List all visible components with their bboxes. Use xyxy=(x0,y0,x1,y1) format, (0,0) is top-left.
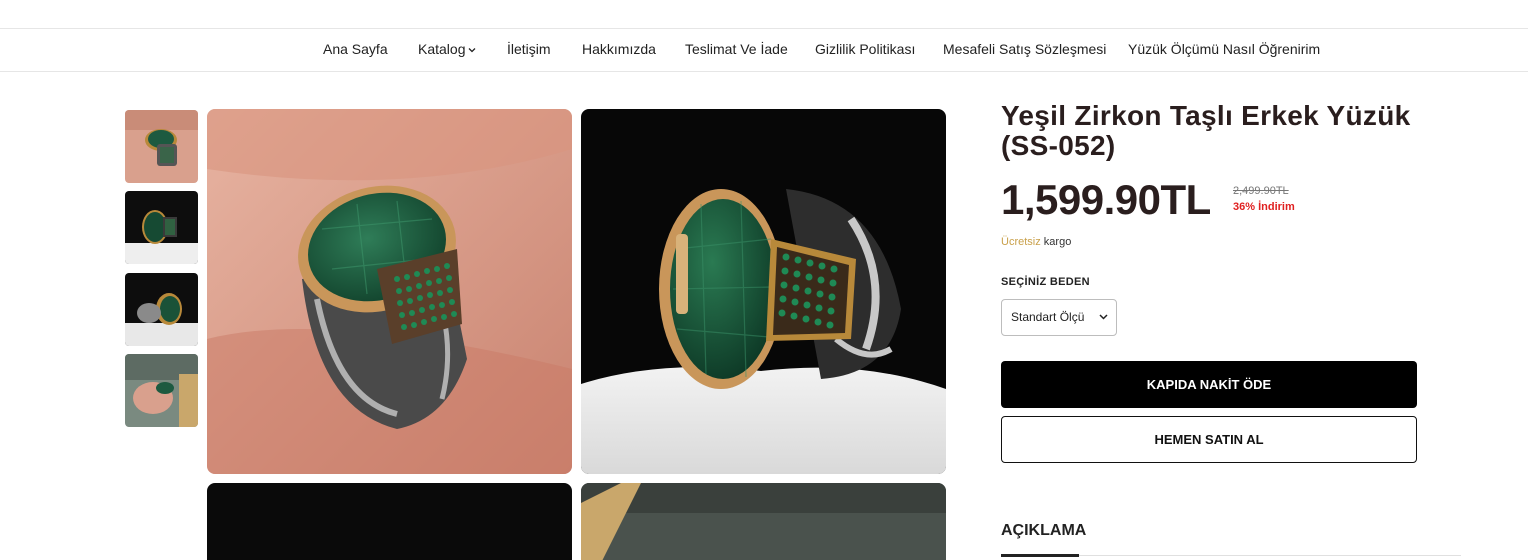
top-bar xyxy=(0,0,1528,29)
product-image-main[interactable] xyxy=(207,109,572,474)
shipping-text: kargo xyxy=(1040,236,1072,248)
thumbnail-1[interactable] xyxy=(125,110,198,183)
ring-on-hand-image xyxy=(207,109,572,474)
main-nav: Ana Sayfa Katalog İletişim Hakkımızda Te… xyxy=(0,29,1528,72)
old-price: 2,499.90TL xyxy=(1233,185,1289,197)
nav-item-sales-contract[interactable]: Mesafeli Satış Sözleşmesi xyxy=(943,41,1106,57)
product-price: 1,599.90TL xyxy=(1001,176,1211,223)
nav-item-home[interactable]: Ana Sayfa xyxy=(323,41,388,57)
size-label: SEÇİNİZ BEDEN xyxy=(1001,276,1090,288)
chevron-down-icon xyxy=(1099,314,1108,320)
tab-active-indicator xyxy=(1001,554,1079,557)
nav-item-catalog-label: Katalog xyxy=(418,41,466,57)
free-shipping-label: Ücretsiz xyxy=(1001,236,1041,248)
nav-item-delivery-returns[interactable]: Teslimat Ve İade xyxy=(685,41,788,57)
ring-on-stone-image xyxy=(581,109,946,474)
nav-item-contact[interactable]: İletişim xyxy=(507,41,551,57)
discount-badge: 36% İndirim xyxy=(1233,201,1295,213)
thumbnail-3[interactable] xyxy=(125,273,198,346)
ring-dark-background-image xyxy=(207,483,572,560)
buy-now-button[interactable]: HEMEN SATIN AL xyxy=(1001,416,1417,463)
nav-item-ring-size[interactable]: Yüzük Ölçümü Nasıl Öğrenirim xyxy=(1128,41,1320,57)
thumbnail-2[interactable] xyxy=(125,191,198,264)
nav-item-catalog[interactable]: Katalog xyxy=(418,41,476,57)
ring-on-hand-image xyxy=(125,110,198,183)
nav-item-privacy[interactable]: Gizlilik Politikası xyxy=(815,41,915,57)
nav-item-about[interactable]: Hakkımızda xyxy=(582,41,656,57)
product-image-4[interactable] xyxy=(581,483,946,560)
thumbnail-4[interactable] xyxy=(125,354,198,427)
product-title: Yeşil Zirkon Taşlı Erkek Yüzük (SS-052) xyxy=(1001,100,1411,161)
shipping-info: Ücretsiz kargo xyxy=(1001,236,1071,248)
size-select[interactable]: Standart Ölçü xyxy=(1001,299,1117,336)
tab-description[interactable]: AÇIKLAMA xyxy=(1001,522,1086,540)
product-image-3[interactable] xyxy=(207,483,572,560)
ring-side-view-image xyxy=(125,273,198,346)
ring-on-stone-image xyxy=(125,191,198,264)
product-image-secondary[interactable] xyxy=(581,109,946,474)
cash-on-delivery-button[interactable]: KAPIDA NAKİT ÖDE xyxy=(1001,361,1417,408)
size-select-value: Standart Ölçü xyxy=(1011,310,1085,324)
ring-in-hand-image xyxy=(125,354,198,427)
chevron-down-icon xyxy=(469,48,476,53)
ring-in-hand-image xyxy=(581,483,946,560)
